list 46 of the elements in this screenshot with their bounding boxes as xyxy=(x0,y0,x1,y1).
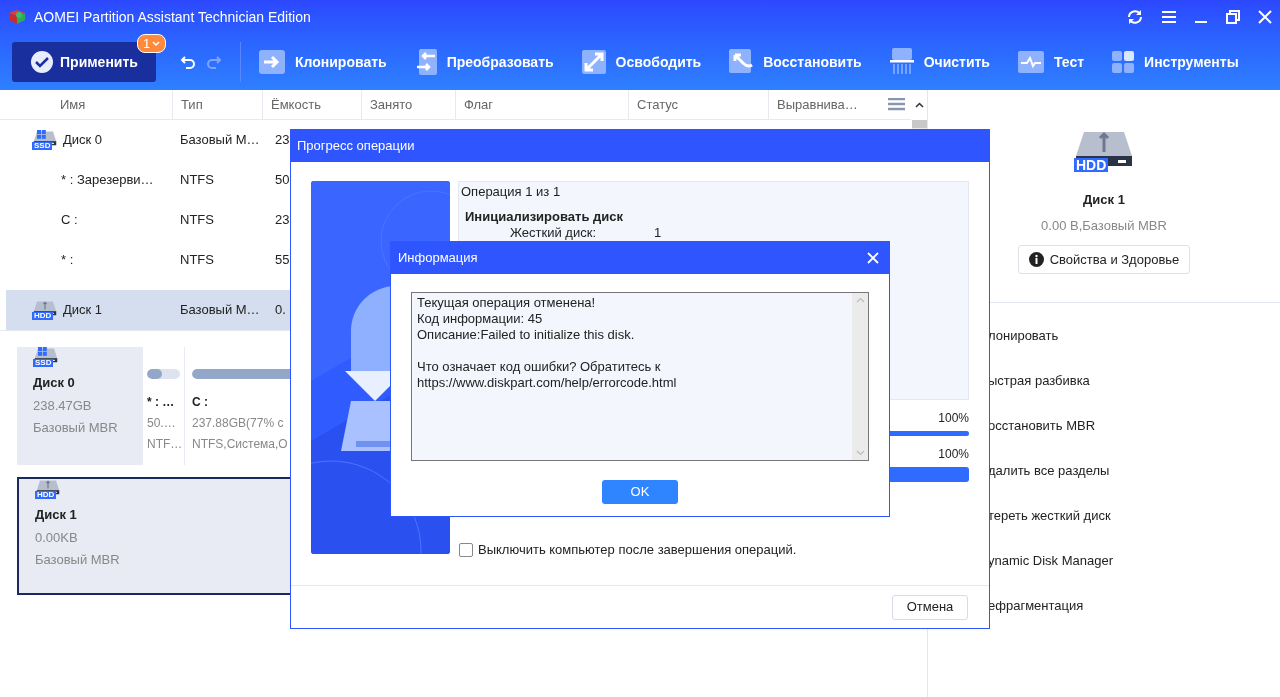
partition-size: 237.88GB(77% с xyxy=(192,415,285,432)
drive-type-badge: SSD xyxy=(33,359,54,367)
drive-type-badge: HDD xyxy=(1074,158,1109,172)
table-cell-text: * : xyxy=(60,251,74,270)
partition-size: 50.… xyxy=(147,415,177,432)
partition-info: NTF… xyxy=(147,436,180,453)
partition-info: NTFS,Система,О xyxy=(192,436,289,453)
partition-name: C : xyxy=(192,394,209,411)
disk-name: Диск 1 xyxy=(35,506,78,524)
table-cell-text: Диск 0 xyxy=(63,131,103,150)
table-cell: 50 xyxy=(275,172,290,188)
drive-type-badge: HDD xyxy=(32,312,54,320)
progress-percent: 100% xyxy=(938,446,969,463)
disk-style: Базовый MBR xyxy=(33,419,119,437)
disk-name: Диск 1 xyxy=(1083,191,1125,209)
window-title: AOMEI Partition Assistant Technician Edition xyxy=(34,7,311,27)
table-cell: NTFS xyxy=(180,212,214,228)
table-cell-text: C : xyxy=(60,211,78,230)
operation-count: Операция 1 из 1 xyxy=(461,184,562,200)
table-cell: 55 xyxy=(275,252,290,268)
disk-style: Базовый MBR xyxy=(35,551,121,569)
disk-size: 0.00KB xyxy=(35,528,79,547)
dialog-title: Информация xyxy=(398,249,479,268)
message-text: Текущая операция отменена! Код информации: 45 Описание:Failed to initialize this disk. xyxy=(417,295,636,343)
table-cell-text: * : Зарезерви… xyxy=(60,171,154,190)
checkbox-label: Выключить компьютер после завершения операций. xyxy=(478,541,797,559)
operation-heading: Инициализировать диск xyxy=(465,209,624,225)
table-cell: 0. xyxy=(275,302,286,318)
table-cell: Базовый М… xyxy=(180,302,260,318)
table-cell: 23 xyxy=(275,212,290,228)
table-cell: NTFS xyxy=(180,172,214,188)
message-text: Что означает код ошибки? Обратитесь к https://www.diskpart.com/help/errorcode.html xyxy=(417,359,678,391)
drive-type-badge: HDD xyxy=(35,491,57,499)
dialog-title: Прогресс операции xyxy=(297,137,415,156)
table-cell: 23 xyxy=(275,132,290,148)
drive-type-badge: SSD xyxy=(32,142,53,150)
table-cell-text: Диск 1 xyxy=(63,301,103,320)
disk-name: Диск 0 xyxy=(33,374,76,392)
progress-percent: 100% xyxy=(938,410,969,427)
field-value: 1 xyxy=(654,226,662,240)
partition-name: * : … xyxy=(147,394,176,411)
table-cell: NTFS xyxy=(180,252,214,268)
disk-info: 0.00 B,Базовый MBR xyxy=(1041,216,1167,235)
disk-size: 238.47GB xyxy=(33,396,93,415)
field-label: Жесткий диск: xyxy=(510,226,597,240)
table-cell: Базовый М… xyxy=(180,132,260,148)
